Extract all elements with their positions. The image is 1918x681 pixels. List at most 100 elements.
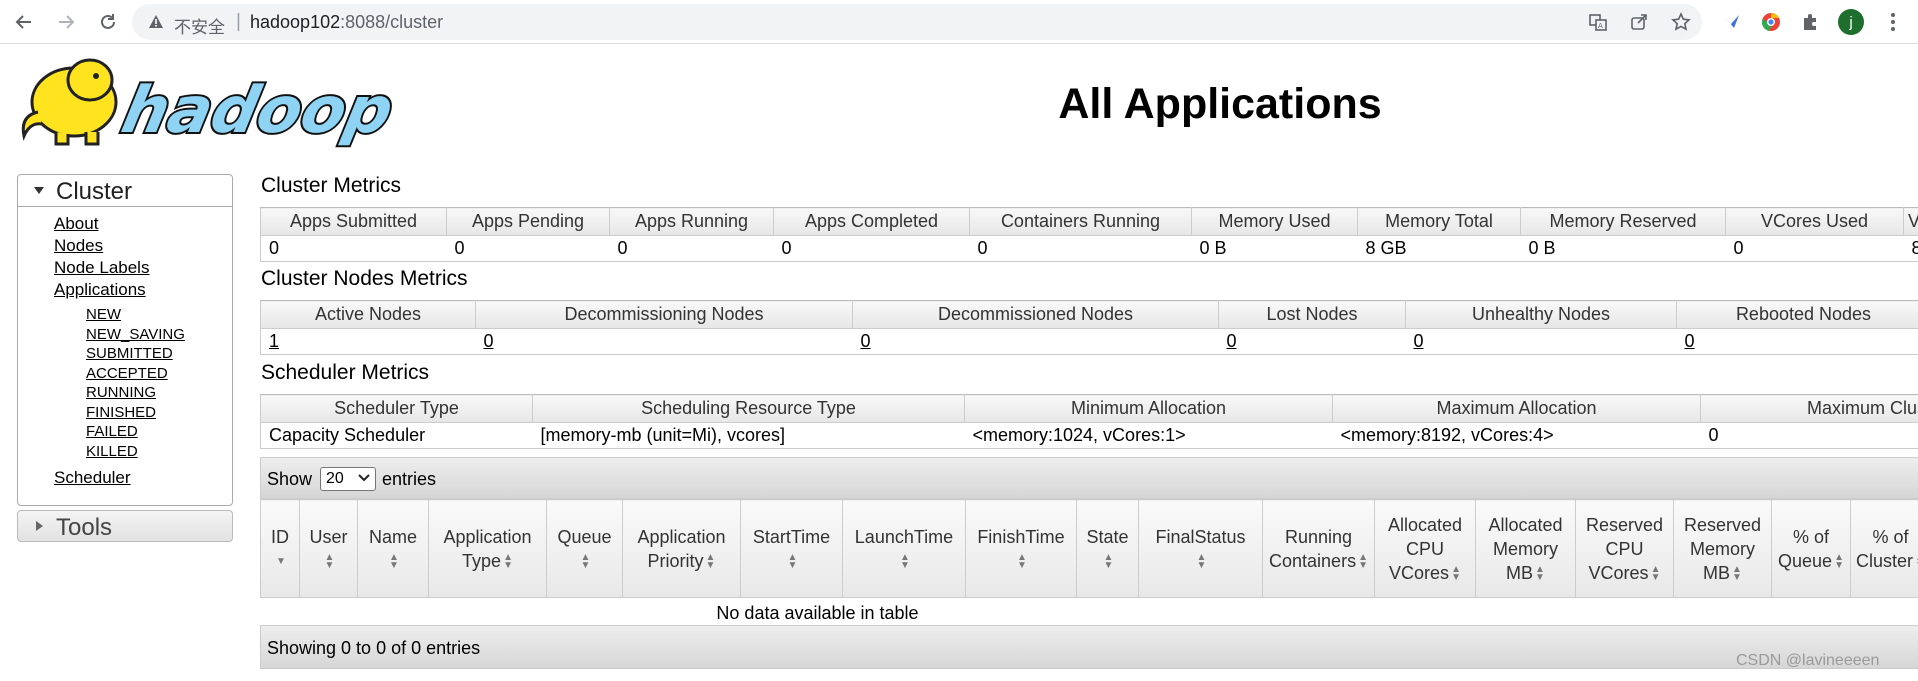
decommissioned-nodes-link[interactable]: 0 xyxy=(861,331,871,351)
column-header-allocated-memory-mb[interactable]: Allocated Memory MB ▲ ▼ xyxy=(1475,499,1576,598)
sort-icon: ▲▼ xyxy=(1358,551,1368,571)
app-state-accepted[interactable]: ACCEPTED xyxy=(86,364,185,384)
metric-header: Memory Total xyxy=(1357,207,1521,236)
sidebar-link-about[interactable]: About xyxy=(54,213,185,235)
svg-text:A: A xyxy=(1598,22,1603,30)
scheduler-metric-value: <memory:8192, vCores:4> xyxy=(1332,422,1701,449)
nodes-metrics-title: Cluster Nodes Metrics xyxy=(261,267,468,290)
app-state-new-saving[interactable]: NEW_SAVING xyxy=(86,325,185,345)
column-header-reserved-memory-mb[interactable]: Reserved Memory MB ▲ ▼ xyxy=(1673,499,1772,598)
forward-button[interactable] xyxy=(52,8,80,36)
share-icon[interactable] xyxy=(1629,12,1649,32)
cluster-metrics-table: Apps Submitted Apps Pending Apps Running… xyxy=(260,207,1918,262)
column-header-label: Reserved Memory MB xyxy=(1683,514,1762,583)
column-header-allocated-cpu-vcores[interactable]: Allocated CPU VCores ▲ ▼ xyxy=(1374,499,1476,598)
column-header-application-type[interactable]: Application Type ▲ ▼ xyxy=(428,499,547,598)
scheduler-metric-value: [memory-mb (unit=Mi), vcores] xyxy=(532,422,965,449)
column-header-label: Queue xyxy=(557,526,612,547)
column-header-label: ID xyxy=(271,526,289,547)
column-header-queue[interactable]: Queue ▲ ▼ xyxy=(546,499,623,598)
sort-icon: ▲▼ xyxy=(1451,563,1461,583)
metric-value: 8 xyxy=(1903,235,1918,262)
sort-icon: ▲▼ xyxy=(389,551,399,571)
cluster-section-label: Cluster xyxy=(56,178,133,205)
extensions-puzzle-icon[interactable] xyxy=(1800,11,1822,33)
column-header-application-priority[interactable]: Application Priority ▲ ▼ xyxy=(622,499,741,598)
column-header-running-containers[interactable]: Running Containers ▲ ▼ xyxy=(1262,499,1375,598)
metric-header: VCo xyxy=(1903,207,1918,236)
column-header-state[interactable]: State ▲ ▼ xyxy=(1076,499,1139,598)
column-header-id[interactable]: ID ▼ xyxy=(260,499,300,598)
extension-bird-icon[interactable] xyxy=(1720,11,1742,33)
app-state-finished[interactable]: FINISHED xyxy=(86,403,185,423)
app-state-new[interactable]: NEW xyxy=(86,305,185,325)
sort-icon: ▲▼ xyxy=(580,551,591,571)
column-header-label: Application Type xyxy=(443,526,532,571)
address-bar[interactable]: 不安全 | hadoop102:8088/cluster A xyxy=(132,4,1702,40)
app-state-killed[interactable]: KILLED xyxy=(86,442,185,462)
sort-icon: ▲▼ xyxy=(503,551,513,571)
url-path: :8088/cluster xyxy=(340,12,444,32)
app-state-failed[interactable]: FAILED xyxy=(86,422,185,442)
unhealthy-nodes-link[interactable]: 0 xyxy=(1414,331,1424,351)
column-header-label: FinishTime xyxy=(977,526,1065,547)
nodes-metrics-table: Active Nodes Decommissioning Nodes Decom… xyxy=(260,300,1918,355)
metric-value: 0 xyxy=(260,235,447,262)
column-header-reserved-cpu-vcores[interactable]: Reserved CPU VCores ▲ ▼ xyxy=(1575,499,1674,598)
column-header-starttime[interactable]: StartTime ▲ ▼ xyxy=(740,499,843,598)
decommissioning-nodes-link[interactable]: 0 xyxy=(484,331,494,351)
back-button[interactable] xyxy=(10,8,38,36)
column-header-percent-of-cluster[interactable]: % of Cluster▲▼ xyxy=(1850,499,1918,598)
lost-nodes-link[interactable]: 0 xyxy=(1227,331,1237,351)
column-header-finishtime[interactable]: FinishTime ▲ ▼ xyxy=(965,499,1077,598)
chevron-down-icon xyxy=(358,474,370,482)
tools-section-label: Tools xyxy=(56,514,113,541)
url-text[interactable]: hadoop102:8088/cluster xyxy=(250,12,443,33)
column-header-label: State xyxy=(1086,526,1129,547)
scheduler-metric-header: Maximum Allocation xyxy=(1332,394,1701,423)
active-nodes-link[interactable]: 1 xyxy=(269,331,279,351)
tools-section-header[interactable]: Tools xyxy=(17,510,233,542)
column-header-percent-of-queue[interactable]: % of Queue ▲ ▼ xyxy=(1771,499,1851,598)
warning-icon xyxy=(149,15,163,28)
page-size-select[interactable]: 20 xyxy=(320,467,376,491)
sort-icon: ▲▼ xyxy=(1535,563,1545,583)
page-title: All Applications xyxy=(1058,80,1382,128)
translate-icon[interactable]: A xyxy=(1588,12,1608,32)
sidebar-link-nodes[interactable]: Nodes xyxy=(54,235,185,257)
node-metric-header: Lost Nodes xyxy=(1218,300,1406,329)
node-metric-header: Unhealthy Nodes xyxy=(1405,300,1677,329)
sidebar-link-node-labels[interactable]: Node Labels xyxy=(54,257,185,279)
app-state-submitted[interactable]: SUBMITTED xyxy=(86,344,185,364)
apps-table-length-bar: Show 20 entries xyxy=(260,457,1918,499)
cluster-section-header[interactable]: Cluster xyxy=(18,175,232,207)
sidebar-link-applications[interactable]: Applications xyxy=(54,279,185,301)
column-header-user[interactable]: User ▲ ▼ xyxy=(299,499,358,598)
reload-button[interactable] xyxy=(94,8,122,36)
sidebar-link-scheduler[interactable]: Scheduler xyxy=(54,467,185,489)
scheduler-metric-header: Scheduling Resource Type xyxy=(532,394,965,423)
extension-circle-icon[interactable] xyxy=(1760,11,1782,33)
column-header-label: Running Containers xyxy=(1269,526,1357,571)
app-state-running[interactable]: RUNNING xyxy=(86,383,185,403)
insecure-label[interactable]: 不安全 xyxy=(174,13,225,38)
application-state-links: NEW NEW_SAVING SUBMITTED ACCEPTED RUNNIN… xyxy=(54,305,185,461)
url-host: hadoop102 xyxy=(250,12,341,32)
metric-value: 0 xyxy=(609,235,774,262)
sort-icon: ▲▼ xyxy=(1017,551,1027,571)
rebooted-nodes-link[interactable]: 0 xyxy=(1685,331,1695,351)
profile-avatar[interactable]: j xyxy=(1838,9,1864,35)
scheduler-metric-value: <memory:1024, vCores:1> xyxy=(964,422,1333,449)
column-header-name[interactable]: Name ▲ ▼ xyxy=(357,499,429,598)
url-separator: | xyxy=(236,11,241,32)
column-header-finalstatus[interactable]: FinalStatus ▲ ▼ xyxy=(1138,499,1263,598)
bookmark-star-icon[interactable] xyxy=(1671,12,1691,32)
cluster-links: About Nodes Node Labels Applications NEW… xyxy=(54,213,185,489)
metric-header: Apps Completed xyxy=(773,207,970,236)
column-header-launchtime[interactable]: LaunchTime ▲ ▼ xyxy=(842,499,966,598)
metric-header: VCores Used xyxy=(1725,207,1904,236)
column-header-label: FinalStatus xyxy=(1155,526,1246,547)
more-menu-icon[interactable] xyxy=(1882,11,1904,33)
sort-icon: ▲▼ xyxy=(1196,551,1207,571)
metric-value: 0 B xyxy=(1191,235,1358,262)
